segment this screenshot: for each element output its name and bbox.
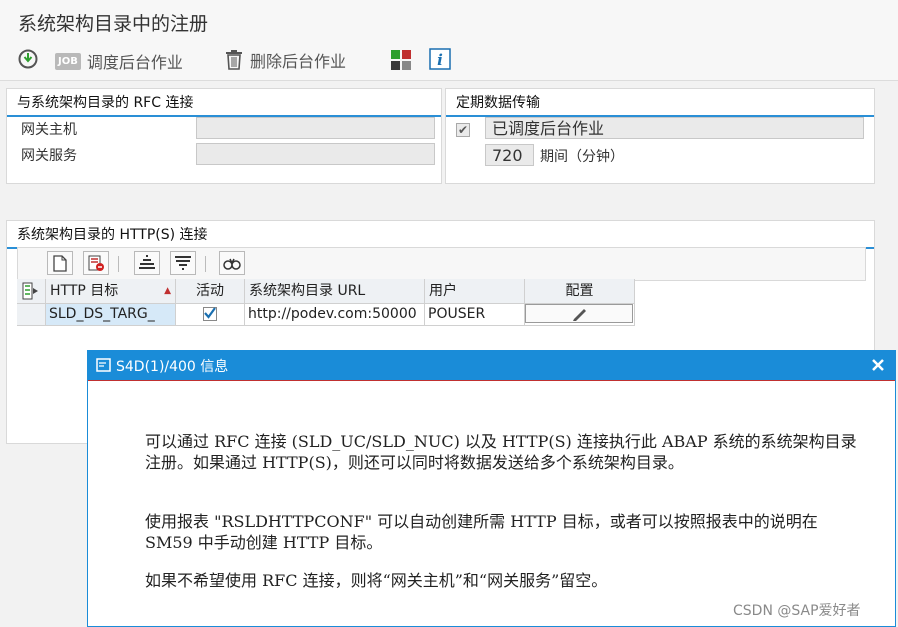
sort-descending-button[interactable] [170,251,196,275]
dialog-paragraph-2: 使用报表 "RSLDHTTPCONF" 可以自动创建所需 HTTP 目标，或者可… [145,512,818,552]
info-dialog: S4D(1)/400 信息 可以通过 RFC 连接 (SLD_UC/SLD_NU… [87,350,896,627]
title-bar: 系统架构目录中的注册 [0,0,898,41]
window-title: 系统架构目录中的注册 [18,13,209,35]
http-group-title: 系统架构目录的 HTTP(S) 连接 [7,221,874,249]
refresh-button[interactable] [17,48,39,70]
toolbar-divider [118,256,119,272]
find-button[interactable] [219,251,245,275]
dialog-paragraph-1: 可以通过 RFC 连接 (SLD_UC/SLD_NUC) 以及 HTTP(S) … [145,432,857,472]
rfc-connection-group: 与系统架构目录的 RFC 连接 网关主机 网关服务 [6,88,442,184]
gateway-host-field[interactable] [196,117,435,139]
dialog-header: S4D(1)/400 信息 [88,351,895,380]
delete-row-icon [88,255,104,271]
gateway-service-field[interactable] [196,143,435,165]
select-all-cell[interactable] [17,279,46,304]
configure-button[interactable] [525,304,633,323]
svg-text:i: i [437,51,443,69]
dialog-title: S4D(1)/400 信息 [116,359,229,375]
schedule-job-label: 调度后台作业 [86,53,183,72]
toolbar-divider [205,256,206,272]
sort-ascending-icon [139,255,155,269]
trash-icon [226,50,242,70]
cell-user[interactable]: POUSER [425,304,525,326]
application-toolbar: JOB 调度后台作业 删除后台作业 i [0,40,898,81]
schedule-job-button[interactable]: JOB 调度后台作业 [55,49,183,73]
column-header-active[interactable]: 活动 [176,279,245,304]
period-label: 期间（分钟） [540,149,624,165]
row-selector[interactable] [17,304,46,326]
sort-indicator-icon: ▲ [164,286,171,296]
gateway-service-label: 网关服务 [21,148,77,164]
dialog-close-button[interactable] [869,356,887,374]
periodic-transfer-group: 定期数据传输 ✔ 已调度后台作业 720 期间（分钟） [445,88,875,184]
close-icon [872,359,884,371]
select-all-icon [22,282,38,300]
pencil-icon [573,309,586,321]
watermark: CSDN @SAP爱好者 [733,603,861,619]
cell-http-target[interactable]: SLD_DS_TARG_ [46,304,176,326]
binoculars-icon [223,258,241,270]
info-icon: i [429,48,451,70]
column-header-user[interactable]: 用户 [425,279,525,304]
new-document-icon [53,254,67,272]
check-mark-icon: ✔ [457,123,469,137]
delete-row-button[interactable] [83,251,109,275]
refresh-icon [18,49,38,69]
check-mark-icon [204,307,216,319]
scheduled-checkbox[interactable]: ✔ [456,123,470,137]
scheduled-job-field: 已调度后台作业 [485,117,864,139]
table-toolbar [17,247,866,281]
dialog-paragraph-3: 如果不希望使用 RFC 连接，则将“网关主机”和“网关服务”留空。 [145,571,608,590]
gateway-host-label: 网关主机 [21,122,77,138]
cell-active[interactable] [176,304,245,326]
job-icon: JOB [55,52,81,70]
active-checkbox[interactable] [203,307,217,321]
cell-url[interactable]: http://podev.com:50000 [245,304,425,326]
create-row-button[interactable] [47,251,73,275]
delete-job-label: 删除后台作业 [250,52,347,71]
layout-button[interactable] [390,49,412,75]
sort-descending-icon [175,256,191,270]
info-button[interactable]: i [429,48,451,74]
cell-config [525,304,635,326]
period-field[interactable]: 720 [485,144,534,166]
dialog-window-icon [96,358,111,372]
rfc-group-title: 与系统架构目录的 RFC 连接 [7,89,441,117]
sort-ascending-button[interactable] [134,251,160,275]
transfer-group-title: 定期数据传输 [446,89,874,117]
column-header-http-target[interactable]: HTTP 目标 ▲ [46,279,176,304]
dialog-header-divider [88,380,895,385]
column-header-url[interactable]: 系统架构目录 URL [245,279,425,304]
layout-icon [391,50,411,70]
delete-job-button[interactable]: 删除后台作业 [224,48,346,72]
column-header-config[interactable]: 配置 [525,279,635,304]
